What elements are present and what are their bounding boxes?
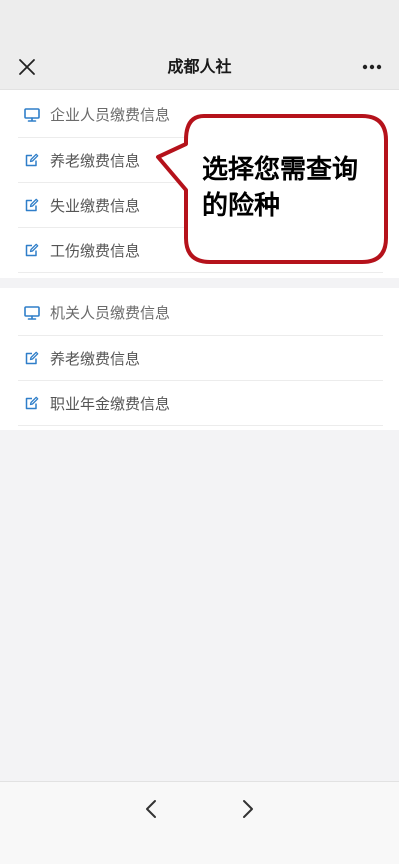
monitor-icon <box>24 107 40 123</box>
list-item-label: 养老缴费信息 <box>50 349 141 368</box>
bottom-nav-bar <box>0 781 399 864</box>
callout-text: 选择您需查询的险种 <box>202 155 359 221</box>
section-header-label: 机关人员缴费信息 <box>50 304 171 322</box>
list-item-label: 养老缴费信息 <box>50 151 141 170</box>
chevron-left-icon <box>146 800 156 818</box>
section-header-government: 机关人员缴费信息 <box>18 288 383 336</box>
more-button[interactable] <box>359 55 385 79</box>
status-bar-area <box>0 0 399 44</box>
title-bar: 成都人社 <box>0 44 399 90</box>
edit-note-icon <box>24 197 40 213</box>
government-payment-section: 机关人员缴费信息 养老缴费信息 职业年金缴费信息 <box>0 288 399 430</box>
forward-button[interactable] <box>235 796 261 822</box>
more-icon <box>362 64 382 70</box>
edit-note-icon <box>24 395 40 411</box>
back-button[interactable] <box>138 796 164 822</box>
edit-note-icon <box>24 152 40 168</box>
callout-bubble: 选择您需查询的险种 <box>152 112 392 268</box>
list-item-label: 职业年金缴费信息 <box>50 394 171 413</box>
list-item-occupational-annuity[interactable]: 职业年金缴费信息 <box>18 381 383 426</box>
list-item-label: 工伤缴费信息 <box>50 241 141 260</box>
page-title: 成都人社 <box>167 57 232 76</box>
list-item-label: 失业缴费信息 <box>50 196 141 215</box>
edit-note-icon <box>24 242 40 258</box>
edit-note-icon <box>24 350 40 366</box>
monitor-icon <box>24 305 40 321</box>
chevron-right-icon <box>243 800 253 818</box>
list-item-pension-government[interactable]: 养老缴费信息 <box>18 336 383 381</box>
